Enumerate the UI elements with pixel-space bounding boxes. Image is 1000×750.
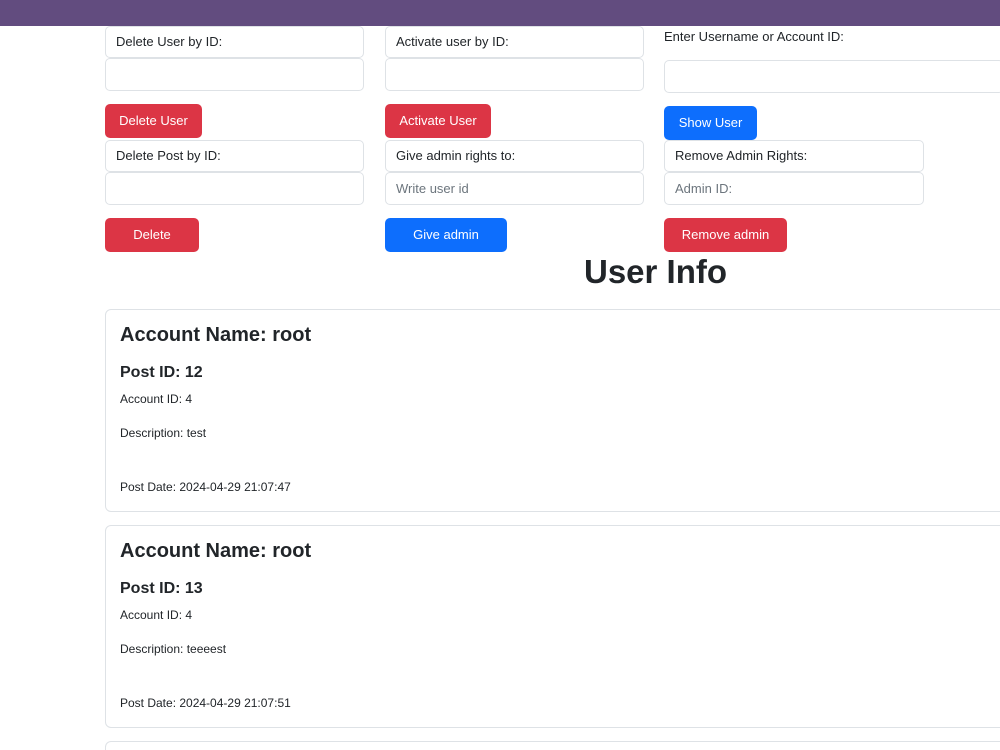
post-id: Post ID: 12 — [120, 364, 203, 381]
activate-user-button[interactable]: Activate User — [385, 104, 491, 138]
delete-post-input[interactable] — [105, 172, 364, 205]
delete-user-input[interactable] — [105, 58, 364, 91]
post-card: Account Name: root Post ID: 13 Account I… — [105, 525, 1000, 728]
account-name: Account Name: root — [120, 324, 312, 346]
account-id: Account ID: 4 — [120, 392, 193, 406]
delete-post-button[interactable]: Delete Post — [105, 218, 199, 276]
top-navbar — [0, 0, 1000, 26]
remove-admin-label: Remove Admin Rights: — [664, 140, 924, 172]
activate-user-input[interactable] — [385, 58, 644, 91]
section-title: User Info — [584, 253, 728, 290]
remove-admin-input[interactable] — [664, 172, 924, 205]
post-id: Post ID: 13 — [120, 580, 203, 597]
post-date: Post Date: 2024-04-29 21:07:47 — [120, 480, 291, 494]
remove-admin-button[interactable]: Remove admin — [664, 218, 787, 252]
post-description: Description: teeeest — [120, 642, 227, 656]
show-user-input[interactable] — [664, 60, 1000, 93]
delete-post-label: Delete Post by ID: — [105, 140, 364, 172]
show-user-label: Enter Username or Account ID: — [664, 29, 844, 44]
post-description: Description: test — [120, 426, 207, 440]
post-date: Post Date: 2024-04-29 21:07:51 — [120, 696, 291, 710]
account-id: Account ID: 4 — [120, 608, 193, 622]
activate-user-label: Activate user by ID: — [385, 26, 644, 58]
delete-user-button[interactable]: Delete User — [105, 104, 202, 138]
post-card — [105, 741, 1000, 750]
post-card: Account Name: root Post ID: 12 Account I… — [105, 309, 1000, 512]
delete-user-label: Delete User by ID: — [105, 26, 364, 58]
give-admin-button[interactable]: Give admin — [385, 218, 507, 252]
account-name: Account Name: root — [120, 540, 312, 562]
show-user-button[interactable]: Show User — [664, 106, 757, 140]
give-admin-label: Give admin rights to: — [385, 140, 644, 172]
give-admin-input[interactable] — [385, 172, 644, 205]
